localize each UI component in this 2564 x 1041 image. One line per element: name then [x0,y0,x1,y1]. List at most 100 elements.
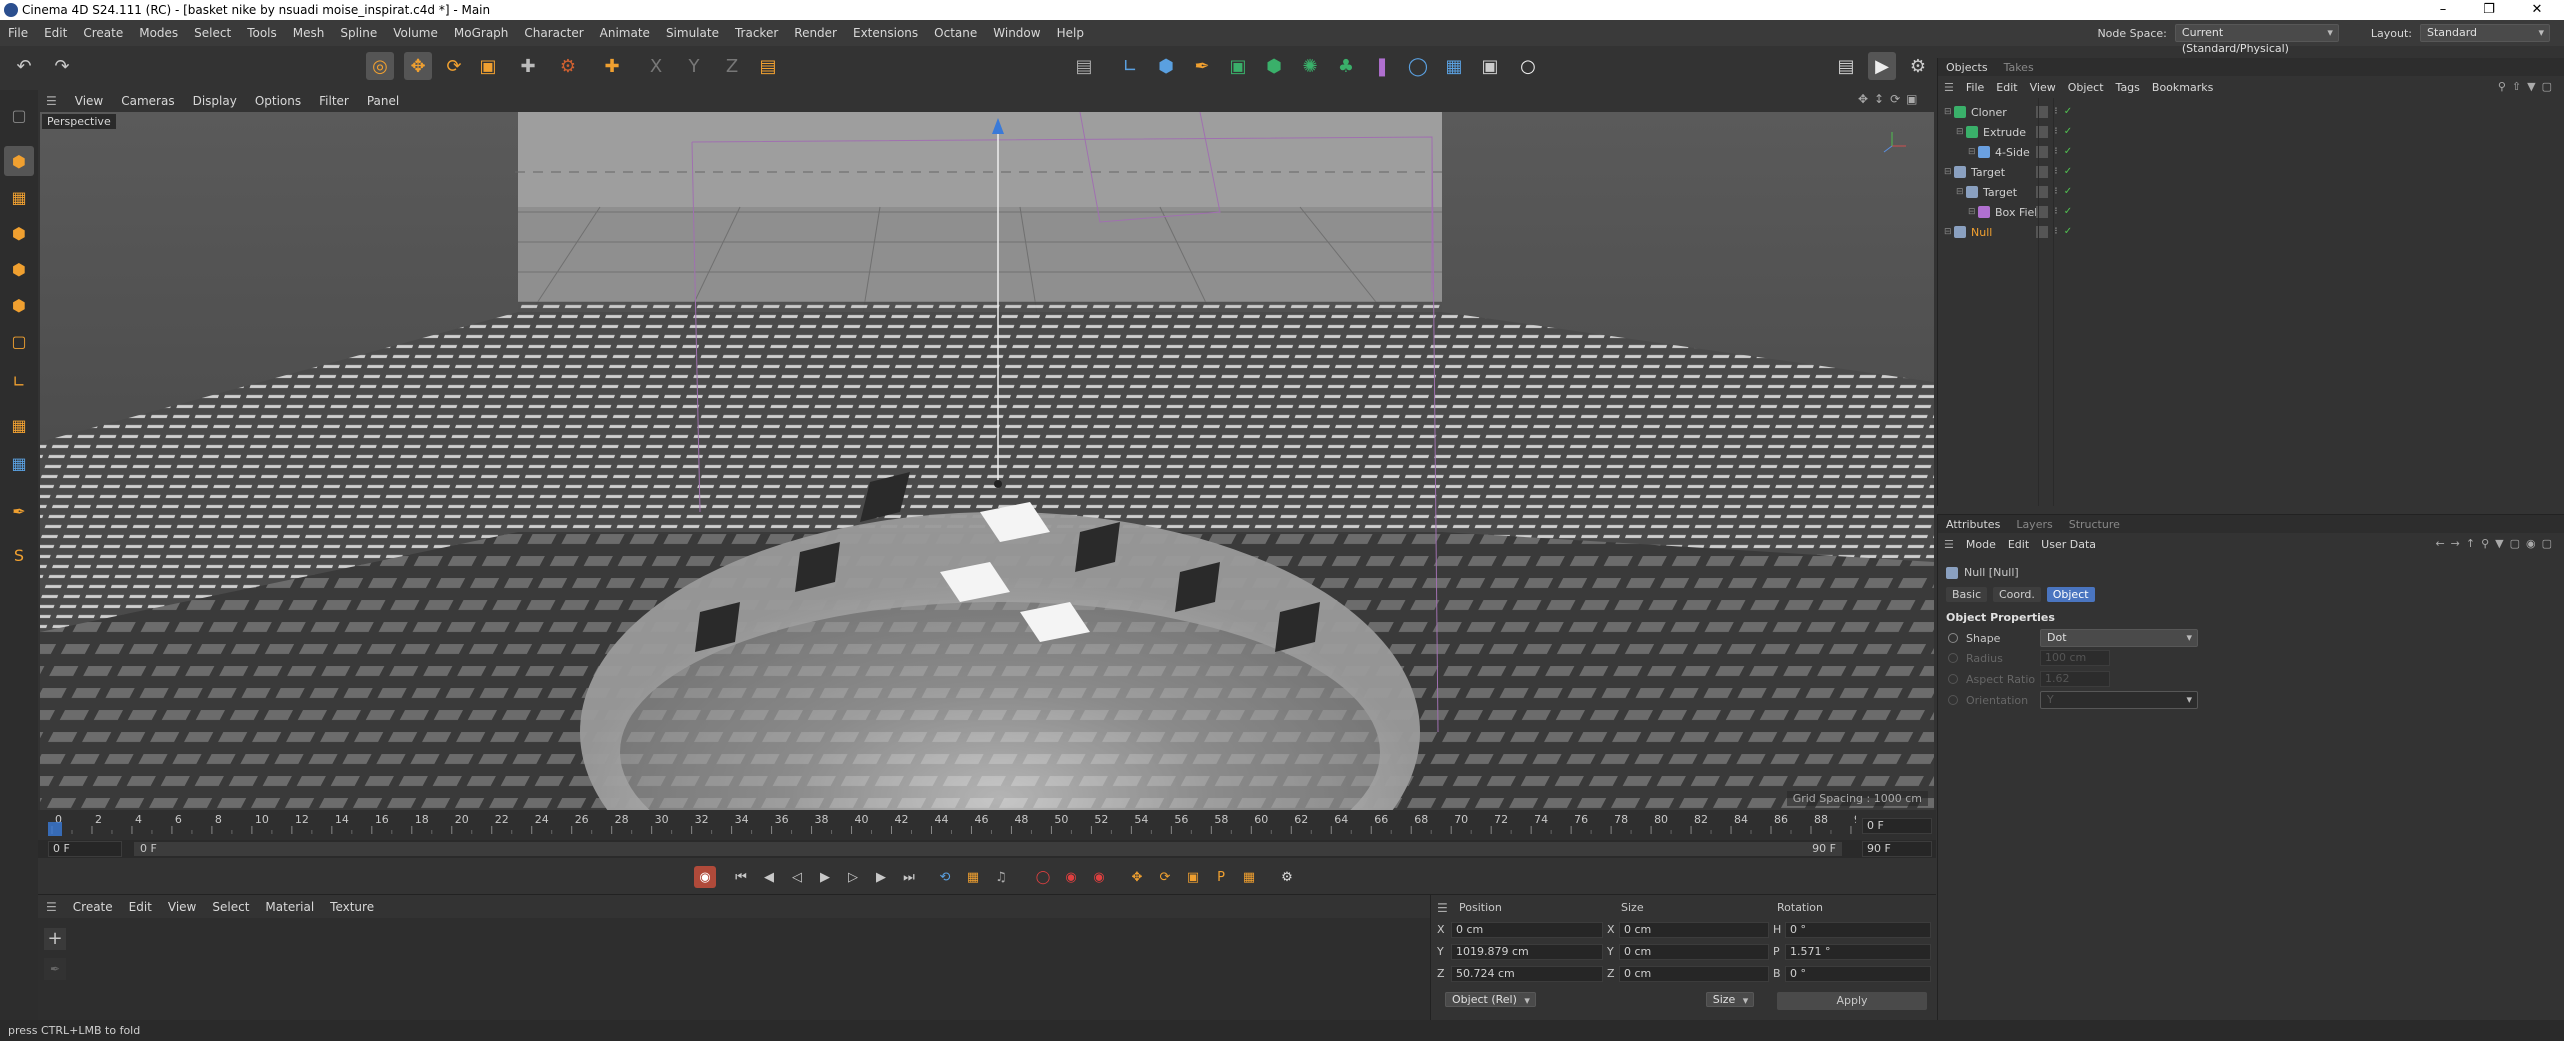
enabled-check-icon[interactable]: ✓ [2062,126,2074,138]
render-settings-icon[interactable]: ⚙ [1904,52,1932,80]
object-name[interactable]: Extrude [1983,126,2026,139]
restore-icon[interactable]: ❐ [2466,0,2512,20]
subdivision-icon[interactable]: ▣ [1224,52,1252,80]
menu-create[interactable]: Create [75,26,131,40]
fold-toggle-icon[interactable]: ⊟ [1944,107,1954,117]
render-view-icon[interactable]: ▤ [1832,52,1860,80]
tab-layers[interactable]: Layers [2008,518,2060,531]
sound-icon[interactable]: ♫ [990,866,1012,888]
pen-spline-icon[interactable]: ✒ [1188,52,1216,80]
lock-z-axis-icon[interactable]: Z [718,52,746,80]
coordinate-system-icon[interactable]: ✚ [598,52,626,80]
next-frame-icon[interactable]: ▷ [842,866,864,888]
material-menu-view[interactable]: View [160,900,204,914]
pos-x-field[interactable]: 0 cm [1451,922,1603,938]
sub-tab-object[interactable]: Object [2046,587,2095,602]
tab-structure[interactable]: Structure [2061,518,2128,531]
menu-volume[interactable]: Volume [385,26,446,40]
polygons-mode-icon[interactable]: ⬢ [4,290,34,320]
object-name[interactable]: Target [1971,166,2005,179]
edges-mode-icon[interactable]: ⬢ [4,254,34,284]
visibility-toggle-icon[interactable]: ⁝ [2050,126,2062,138]
menu-octane[interactable]: Octane [926,26,985,40]
object-row[interactable]: ⊟ 4-Side ⁝ ✓ [1944,142,2559,162]
minimize-icon[interactable]: – [2420,0,2466,20]
menu-mesh[interactable]: Mesh [285,26,333,40]
create-spline-icon[interactable]: ∟ [1116,52,1144,80]
texture-mode-icon[interactable]: ▦ [4,182,34,212]
tweak-mode-icon[interactable]: ▦ [4,410,34,440]
model-mode-icon[interactable]: ⬢ [4,146,34,176]
key-pla-icon[interactable]: ▦ [1238,866,1260,888]
coords-hamburger-icon[interactable]: ☰ [1437,901,1448,915]
object-row[interactable]: ⊟ Target ⁝ ✓ [1944,182,2559,202]
enabled-check-icon[interactable]: ✓ [2062,166,2074,178]
enabled-check-icon[interactable]: ✓ [2062,206,2074,218]
fold-toggle-icon[interactable]: ⊟ [1968,147,1978,157]
objects-menu-tags[interactable]: Tags [2110,81,2146,94]
size-y-field[interactable]: 0 cm [1619,944,1769,960]
range-start-field[interactable]: 0 F [48,841,122,857]
visibility-toggle-icon[interactable]: ⁝ [2050,106,2062,118]
menu-spline[interactable]: Spline [332,26,385,40]
tab-objects[interactable]: Objects [1938,61,1996,74]
menu-tools[interactable]: Tools [239,26,285,40]
prop-aspect-ratio-radio[interactable] [1948,674,1958,684]
menu-select[interactable]: Select [186,26,239,40]
range-end-field[interactable]: 90 F [1862,841,1932,857]
object-row[interactable]: ⊟ Extrude ⁝ ✓ [1944,122,2559,142]
objects-menu-object[interactable]: Object [2062,81,2110,94]
material-tool-icon[interactable]: ✒ [44,958,66,980]
object-row[interactable]: ⊟ Box Field ⁝ ✓ [1944,202,2559,222]
pos-y-field[interactable]: 1019.879 cm [1451,944,1603,960]
live-selection-icon[interactable]: ◎ [366,52,394,80]
floor-icon[interactable]: ▦ [1440,52,1468,80]
object-name[interactable]: Cloner [1971,106,2007,119]
attributes-menu-mode[interactable]: Mode [1960,538,2002,551]
next-key-icon[interactable]: ▶ [870,866,892,888]
object-row[interactable]: ⊟ Cloner ⁝ ✓ [1944,102,2559,122]
soft-selection-icon[interactable]: S [4,540,34,570]
attributes-menu-edit[interactable]: Edit [2002,538,2035,551]
material-menu-material[interactable]: Material [257,900,322,914]
fold-toggle-icon[interactable]: ⊟ [1956,127,1966,137]
camera-label[interactable]: Perspective [42,114,116,129]
record-active-objects-icon[interactable]: ◯ [1032,866,1054,888]
menu-file[interactable]: File [0,26,36,40]
keyframe-icon[interactable]: ◉ [694,866,716,888]
visibility-toggle-icon[interactable]: ⁝ [2050,226,2062,238]
material-hamburger-icon[interactable]: ☰ [38,900,65,914]
enabled-check-icon[interactable]: ✓ [2062,226,2074,238]
viewport-menu-cameras[interactable]: Cameras [113,94,184,108]
rotate-tool-icon[interactable]: ⟳ [440,52,468,80]
playback-mode-icon[interactable]: ▦ [962,866,984,888]
menu-extensions[interactable]: Extensions [845,26,926,40]
redo-icon[interactable]: ↷ [48,52,76,80]
render-region-icon[interactable]: ▤ [1070,52,1098,80]
attributes-nav-icons[interactable]: ←→↑⚲▼▢◉▢ [2435,537,2558,550]
uv-mode-icon[interactable]: ▢ [4,326,34,356]
rot-h-field[interactable]: 0 ° [1785,922,1931,938]
enabled-check-icon[interactable]: ✓ [2062,106,2074,118]
size-x-field[interactable]: 0 cm [1619,922,1769,938]
viewport-menu-options[interactable]: Options [247,94,311,108]
objects-menu-view[interactable]: View [2024,81,2062,94]
lock-y-axis-icon[interactable]: Y [680,52,708,80]
playhead[interactable] [48,822,62,836]
prop-orientation-dropdown[interactable]: Y [2040,691,2198,709]
prop-aspect-ratio-field[interactable]: 1.62 [2040,671,2110,687]
viewport-nav-icons[interactable]: ✥↕⟳▣ [1858,92,1924,106]
tab-attributes[interactable]: Attributes [1938,518,2008,531]
attributes-hamburger-icon[interactable]: ☰ [1938,538,1960,551]
extrude-generator-icon[interactable]: ⬢ [1260,52,1288,80]
menu-animate[interactable]: Animate [592,26,658,40]
make-editable-icon[interactable]: ▢ [4,100,34,130]
world-coordinates-icon[interactable]: ▤ [754,52,782,80]
objects-menu-bookmarks[interactable]: Bookmarks [2146,81,2219,94]
menu-simulate[interactable]: Simulate [658,26,727,40]
coordinate-mode-dropdown[interactable]: Object (Rel) [1445,992,1536,1007]
timeline-settings-icon[interactable]: ⚙ [1276,866,1298,888]
cloner-icon[interactable]: ✺ [1296,52,1324,80]
object-row[interactable]: ⊟ Null ⁝ ✓ [1944,222,2559,242]
tab-takes[interactable]: Takes [1996,61,2042,74]
